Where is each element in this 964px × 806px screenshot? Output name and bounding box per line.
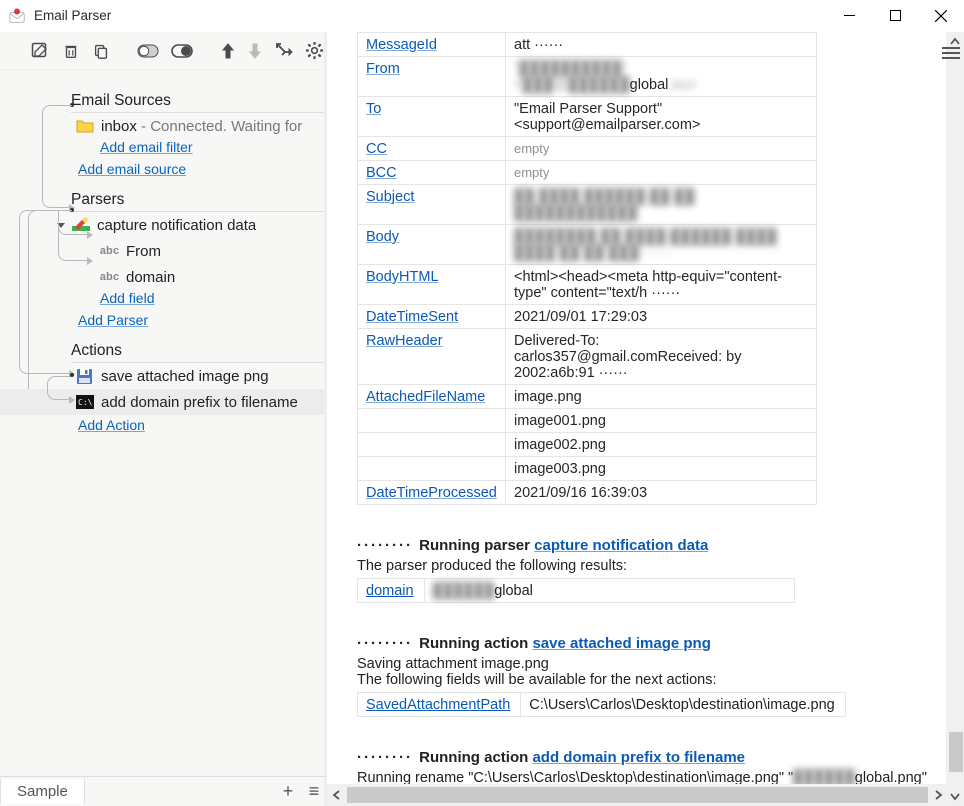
text-line: The following fields will be available f…	[357, 672, 930, 688]
field-value: 2021/09/01 17:29:03	[506, 305, 817, 329]
bottom-tab-bar: Sample + ≡	[0, 776, 327, 806]
field-value: image002.png	[506, 433, 817, 457]
field-value: image001.png	[506, 409, 817, 433]
run-parser-link[interactable]: capture notification data	[534, 537, 708, 554]
toggle-on-icon[interactable]	[171, 40, 193, 62]
source-status: - Connected. Waiting for	[137, 118, 302, 135]
app-icon	[8, 7, 26, 25]
field-key-link[interactable]: To	[366, 101, 381, 117]
toggle-off-icon[interactable]	[137, 40, 159, 62]
field-value: ██ ████ ██████ ██ ██ ████████████	[506, 185, 817, 225]
field-key-link[interactable]: DateTimeSent	[366, 309, 458, 325]
maximize-button[interactable]	[872, 1, 918, 31]
move-up-icon[interactable]	[220, 40, 236, 62]
copy-icon[interactable]	[92, 40, 110, 62]
action1-result-table: SavedAttachmentPathC:\Users\Carlos\Deskt…	[357, 692, 846, 717]
field-key-link[interactable]: Subject	[366, 189, 414, 205]
add-parser-link[interactable]: Add Parser	[78, 312, 148, 328]
field-value: Delivered-To: carlos357@gmail.comReceive…	[506, 329, 817, 385]
field-value: empty	[506, 137, 817, 161]
result-key[interactable]: domain	[366, 583, 414, 599]
close-button[interactable]	[918, 1, 964, 31]
run-action2-link[interactable]: add domain prefix to filename	[532, 749, 745, 766]
field-key-link[interactable]: RawHeader	[366, 333, 443, 349]
scroll-thumb[interactable]	[347, 787, 928, 803]
action-label: add domain prefix to filename	[101, 394, 298, 411]
field-key-link[interactable]: MessageId	[366, 37, 437, 53]
field-value: att ······	[506, 33, 817, 57]
detail-panel: MessageId att ······ From "██████████" <███…	[327, 32, 946, 806]
tree: Email Sources inbox - Connected. Waiting…	[0, 70, 324, 806]
right-pane: MessageId att ······ From "██████████" <███…	[327, 32, 964, 806]
add-tab-button[interactable]: +	[275, 781, 301, 802]
field-value: ████████ ██ ████ ██████ ████ ████ ██ ██ …	[506, 225, 817, 265]
sample-tab[interactable]: Sample	[0, 779, 85, 804]
svg-text:C:\: C:\	[78, 398, 93, 407]
folder-icon	[75, 117, 94, 135]
field-label: From	[126, 243, 161, 260]
add-field-link[interactable]: Add field	[100, 290, 154, 306]
window-title: Email Parser	[34, 8, 826, 23]
field-value: "██████████" <███@██████global.eu>	[506, 57, 817, 97]
scroll-left-icon[interactable]	[327, 787, 347, 803]
settings-icon[interactable]	[305, 40, 324, 62]
add-email-source-link[interactable]: Add email source	[78, 161, 186, 177]
abc-icon: abc	[100, 268, 119, 286]
cmd-icon: C:\	[75, 393, 94, 411]
horizontal-scrollbar[interactable]	[327, 784, 948, 806]
email-fields-table: MessageId att ······ From "██████████" <███…	[357, 32, 817, 505]
field-key-link[interactable]: DateTimeProcessed	[366, 485, 497, 501]
delete-icon[interactable]	[62, 40, 80, 62]
field-key-link[interactable]: Body	[366, 229, 399, 245]
text-line: Saving attachment image.png	[357, 656, 930, 672]
field-value: 2021/09/16 16:39:03	[506, 481, 817, 505]
field-key-link[interactable]: BCC	[366, 165, 397, 181]
save-icon	[75, 367, 94, 385]
run-parser-heading: Running parser capture notification data	[357, 537, 930, 554]
result-key[interactable]: SavedAttachmentPath	[366, 697, 510, 713]
run-icon[interactable]	[275, 40, 293, 62]
field-value: "Email Parser Support" <support@emailpar…	[506, 97, 817, 137]
left-pane: Email Sources inbox - Connected. Waiting…	[0, 32, 327, 806]
field-value: empty	[506, 161, 817, 185]
scroll-right-icon[interactable]	[928, 787, 948, 803]
abc-icon: abc	[100, 242, 119, 260]
field-value: <html><head><meta http-equiv="content-ty…	[506, 265, 817, 305]
field-key-link[interactable]: BodyHTML	[366, 269, 439, 285]
vertical-scrollbar[interactable]	[946, 32, 964, 806]
tab-menu-button[interactable]: ≡	[301, 781, 327, 802]
minimize-button[interactable]	[826, 1, 872, 31]
title-bar: Email Parser	[0, 0, 964, 32]
run-action1-link[interactable]: save attached image png	[532, 635, 710, 652]
field-key-link[interactable]: AttachedFileName	[366, 389, 485, 405]
parser-result-table: domain██████global	[357, 578, 795, 603]
toolbar	[0, 32, 324, 70]
field-label: domain	[126, 269, 175, 286]
parser-label: capture notification data	[97, 217, 256, 234]
run-action1-heading: Running action save attached image png	[357, 635, 930, 652]
add-action-link[interactable]: Add Action	[78, 417, 145, 433]
text-line: The parser produced the following result…	[357, 558, 930, 574]
field-value: image003.png	[506, 457, 817, 481]
source-label: inbox	[101, 118, 137, 135]
scroll-down-icon[interactable]	[946, 786, 964, 806]
edit-icon[interactable]	[30, 40, 50, 62]
field-value: image.png	[506, 385, 817, 409]
move-down-icon[interactable]	[247, 40, 263, 62]
action-label: save attached image png	[101, 368, 269, 385]
add-email-filter-link[interactable]: Add email filter	[100, 139, 193, 155]
run-action2-heading: Running action add domain prefix to file…	[357, 749, 930, 766]
field-key-link[interactable]: From	[366, 61, 400, 77]
scroll-thumb[interactable]	[949, 732, 963, 772]
field-key-link[interactable]: CC	[366, 141, 387, 157]
